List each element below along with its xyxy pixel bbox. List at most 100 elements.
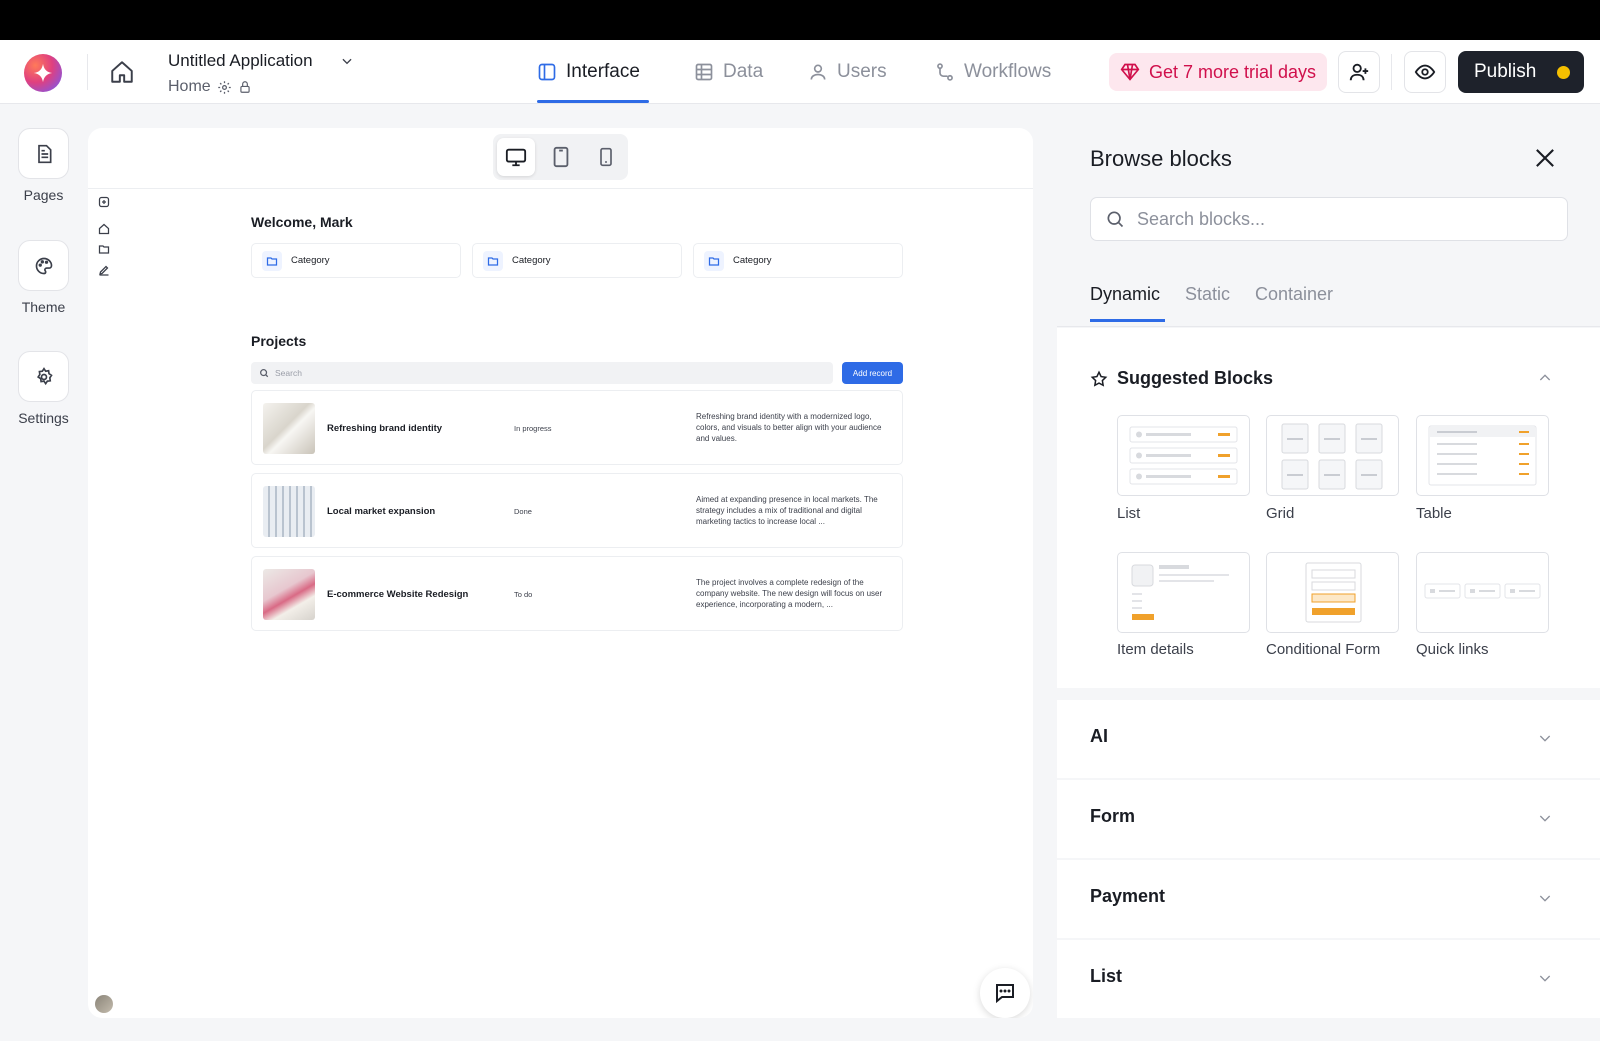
sidebar-label-theme: Theme [21, 299, 66, 315]
home-button[interactable] [106, 56, 138, 88]
project-description: Refreshing brand identity with a moderni… [696, 412, 882, 443]
category-label: Category [733, 255, 772, 266]
active-tab-indicator [537, 100, 649, 103]
gear-icon[interactable] [217, 80, 232, 95]
chevron-up-icon[interactable] [1537, 370, 1553, 386]
block-conditional-form[interactable] [1266, 552, 1399, 633]
table-block-icon [1428, 425, 1537, 486]
list-block-icon [1129, 426, 1238, 485]
lock-icon[interactable] [238, 80, 252, 94]
tab-workflows-label: Workflows [964, 61, 1052, 82]
block-quick-links[interactable] [1416, 552, 1549, 633]
edit-icon[interactable] [98, 264, 110, 276]
avatar[interactable] [95, 995, 113, 1013]
star-icon [1090, 370, 1108, 387]
search-icon [260, 369, 269, 378]
block-label-list: List [1117, 505, 1141, 522]
suggested-blocks-title: Suggested Blocks [1117, 368, 1274, 388]
project-description: The project involves a complete redesign… [696, 578, 883, 609]
tab-static[interactable]: Static [1185, 284, 1230, 305]
layout-icon [538, 63, 556, 81]
tablet-view-button[interactable] [542, 138, 580, 176]
block-label-grid: Grid [1266, 505, 1295, 522]
close-icon[interactable] [1531, 144, 1559, 172]
block-grid[interactable] [1266, 415, 1399, 496]
block-item-details[interactable] [1117, 552, 1250, 633]
category-label: Category [291, 255, 330, 266]
publish-label: Publish [1474, 61, 1537, 82]
project-thumbnail [263, 486, 315, 537]
section-form[interactable]: Form [1057, 780, 1600, 858]
section-list[interactable]: List [1057, 940, 1600, 1018]
projects-search-placeholder: Search [275, 368, 302, 378]
category-card[interactable]: Category [251, 243, 461, 278]
folder-icon [708, 256, 720, 266]
category-card[interactable]: Category [472, 243, 682, 278]
sidebar-item-theme[interactable] [18, 240, 69, 291]
section-ai[interactable]: AI [1057, 700, 1600, 778]
page-icon [37, 144, 51, 163]
canvas-divider [88, 188, 1033, 189]
block-table[interactable] [1416, 415, 1549, 496]
item-details-block-icon [1131, 564, 1229, 620]
suggested-blocks-header[interactable]: Suggested Blocks [1090, 368, 1273, 389]
mobile-view-button[interactable] [587, 138, 625, 176]
desktop-view-button[interactable] [497, 138, 535, 176]
preview-button[interactable] [1404, 51, 1446, 93]
active-tab-indicator [1090, 319, 1165, 322]
category-card[interactable]: Category [693, 243, 903, 278]
chevron-down-icon [1539, 735, 1551, 742]
tab-container[interactable]: Container [1255, 284, 1333, 305]
user-icon [810, 64, 826, 80]
app-menu-chevron[interactable] [340, 54, 354, 73]
folder-icon[interactable] [98, 243, 110, 255]
publish-status-dot [1557, 65, 1570, 79]
tab-interface-label: Interface [566, 61, 640, 82]
sidebar-item-pages[interactable] [18, 128, 69, 179]
panel-title: Browse blocks [1090, 146, 1232, 171]
sidebar-label-pages: Pages [23, 187, 64, 203]
section-title-form: Form [1090, 806, 1135, 826]
project-thumbnail [263, 569, 315, 620]
tab-data[interactable]: Data [694, 58, 763, 86]
table-row[interactable]: Local market expansion Done Aimed at exp… [251, 473, 903, 548]
add-block-icon[interactable] [98, 196, 110, 208]
diamond-icon [1120, 63, 1140, 81]
sidebar-item-settings[interactable] [18, 351, 69, 402]
section-payment[interactable]: Payment [1057, 860, 1600, 938]
table-row[interactable]: Refreshing brand identity In progress Re… [251, 390, 903, 465]
project-description: Aimed at expanding presence in local mar… [696, 495, 878, 526]
gear-icon [36, 366, 53, 385]
top-black-bar [0, 0, 1600, 40]
app-title[interactable]: Untitled Application [168, 51, 313, 71]
blocks-search-input[interactable]: Search blocks... [1090, 197, 1568, 241]
chat-button[interactable] [980, 968, 1030, 1018]
table-icon [695, 63, 713, 81]
grid-block-icon [1281, 423, 1383, 490]
home-icon[interactable] [98, 223, 110, 235]
browse-blocks-panel: Browse blocks Search blocks... Dynamic S… [1057, 104, 1600, 1041]
tab-interface[interactable]: Interface [537, 58, 640, 86]
current-page-name[interactable]: Home [168, 78, 211, 96]
tab-dynamic[interactable]: Dynamic [1090, 284, 1160, 305]
chevron-down-icon [1539, 815, 1551, 822]
app-header: Untitled Application Home Interface Data… [0, 40, 1600, 104]
chat-icon [996, 984, 1014, 1004]
block-label-conditional-form: Conditional Form [1266, 641, 1381, 658]
projects-search-input[interactable]: Search [251, 362, 833, 384]
invite-user-button[interactable] [1338, 51, 1380, 93]
app-logo[interactable] [24, 54, 62, 92]
project-thumbnail [263, 403, 315, 454]
project-status: Done [514, 507, 532, 516]
tab-users[interactable]: Users [808, 58, 887, 86]
add-user-icon [1349, 63, 1369, 81]
tab-workflows[interactable]: Workflows [935, 58, 1051, 86]
table-row[interactable]: E-commerce Website Redesign To do The pr… [251, 556, 903, 631]
search-icon [1107, 211, 1124, 228]
folder-icon [487, 256, 499, 266]
block-label-table: Table [1416, 505, 1452, 522]
add-record-button[interactable]: Add record [842, 362, 903, 384]
trial-button[interactable]: Get 7 more trial days [1109, 53, 1327, 91]
block-list[interactable] [1117, 415, 1250, 496]
publish-button[interactable]: Publish [1458, 51, 1584, 93]
